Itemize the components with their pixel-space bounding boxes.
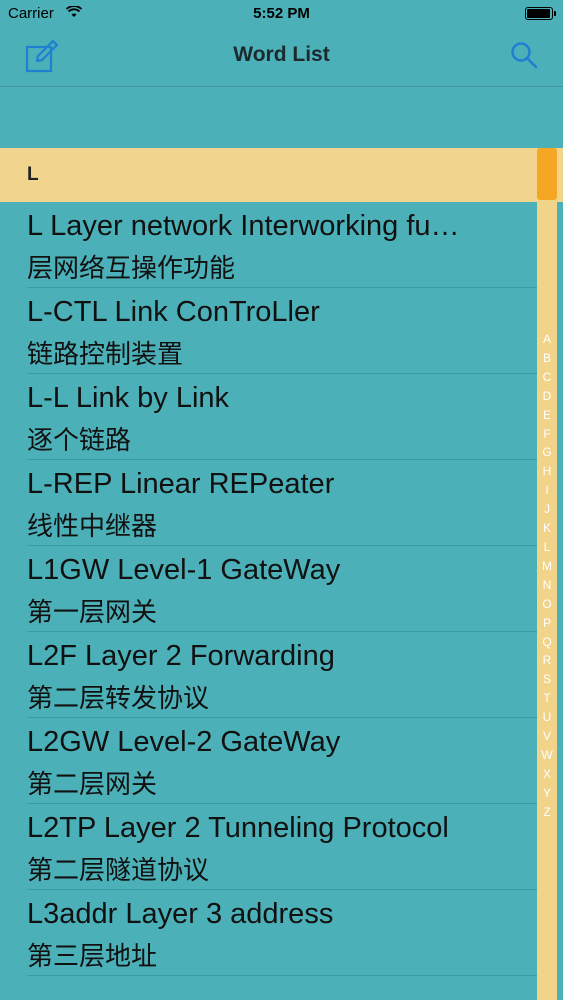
word-english: L2F Layer 2 Forwarding [27, 640, 335, 672]
battery-icon [525, 7, 556, 20]
word-english: L-L Link by Link [27, 382, 230, 414]
word-english: L1GW Level-1 GateWay [27, 554, 341, 586]
section-letter: L [27, 164, 39, 185]
list-item[interactable]: L1GW Level-1 GateWay 第一层网关 [27, 546, 537, 632]
list-item[interactable]: L2GW Level-2 GateWay 第二层网关 [27, 718, 537, 804]
index-letter[interactable]: D [537, 387, 557, 406]
word-english: L-CTL Link ConTroLler [27, 296, 320, 328]
index-letter[interactable]: I [537, 481, 557, 500]
list-item[interactable]: L Layer network Interworking fu… 层网络互操作功… [27, 202, 537, 288]
word-english: L3addr Layer 3 address [27, 898, 334, 930]
index-letter[interactable]: L [537, 538, 557, 557]
word-chinese: 链路控制装置 [27, 340, 184, 370]
index-letter[interactable]: T [537, 689, 557, 708]
index-letter[interactable]: U [537, 708, 557, 727]
list-item[interactable]: L-CTL Link ConTroLler 链路控制装置 [27, 288, 537, 374]
word-chinese: 逐个链路 [27, 426, 132, 456]
index-letter[interactable]: H [537, 462, 557, 481]
word-list[interactable]: L Layer network Interworking fu… 层网络互操作功… [0, 202, 563, 1000]
search-icon[interactable] [509, 40, 539, 70]
word-english: L2TP Layer 2 Tunneling Protocol [27, 812, 449, 844]
list-item[interactable]: L3addr Layer 3 address 第三层地址 [27, 890, 537, 976]
index-letter[interactable]: P [537, 614, 557, 633]
index-letter[interactable]: V [537, 727, 557, 746]
scrollbar-thumb[interactable] [537, 148, 557, 200]
index-letter[interactable]: W [537, 746, 557, 765]
list-item[interactable]: L2TP Layer 2 Tunneling Protocol 第二层隧道协议 [27, 804, 537, 890]
index-letter[interactable]: F [537, 425, 557, 444]
word-chinese: 第一层网关 [27, 598, 158, 628]
navigation-bar: Word List [0, 28, 563, 87]
section-header: L [0, 148, 563, 202]
index-letter[interactable]: Q [537, 633, 557, 652]
clock: 5:52 PM [253, 5, 310, 22]
word-chinese: 线性中继器 [27, 512, 158, 542]
index-letter[interactable]: C [537, 368, 557, 387]
index-letter[interactable]: O [537, 595, 557, 614]
index-letter[interactable]: Z [537, 803, 557, 822]
word-chinese: 第二层隧道协议 [27, 856, 210, 886]
index-letter[interactable]: G [537, 443, 557, 462]
index-letter[interactable]: J [537, 500, 557, 519]
list-item[interactable]: L-REP Linear REPeater 线性中继器 [27, 460, 537, 546]
index-letter[interactable]: N [537, 576, 557, 595]
word-chinese: 第三层地址 [27, 942, 158, 972]
status-bar: Carrier 5:52 PM [0, 0, 563, 28]
index-letter[interactable]: E [537, 406, 557, 425]
list-item[interactable]: L2F Layer 2 Forwarding 第二层转发协议 [27, 632, 537, 718]
index-letter[interactable]: S [537, 670, 557, 689]
index-letter[interactable]: R [537, 651, 557, 670]
index-letter[interactable]: X [537, 765, 557, 784]
list-item[interactable]: L-L Link by Link 逐个链路 [27, 374, 537, 460]
word-english: L2GW Level-2 GateWay [27, 726, 341, 758]
alphabet-index[interactable]: A B C D E F G H I J K L M N O P Q R S T … [537, 330, 557, 822]
index-letter[interactable]: K [537, 519, 557, 538]
index-letter[interactable]: M [537, 557, 557, 576]
page-title: Word List [233, 43, 330, 66]
word-chinese: 第二层网关 [27, 770, 158, 800]
index-letter[interactable]: B [537, 349, 557, 368]
word-english: L Layer network Interworking fu… [27, 210, 460, 242]
index-letter[interactable]: Y [537, 784, 557, 803]
word-chinese: 第二层转发协议 [27, 684, 210, 714]
index-letter[interactable]: A [537, 330, 557, 349]
word-english: L-REP Linear REPeater [27, 468, 335, 500]
word-chinese: 层网络互操作功能 [27, 254, 236, 284]
